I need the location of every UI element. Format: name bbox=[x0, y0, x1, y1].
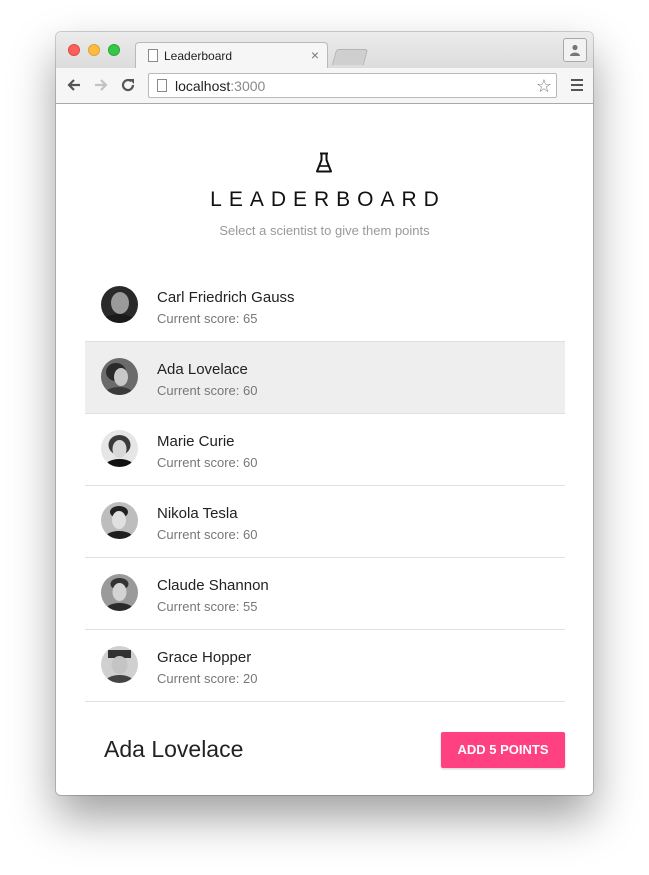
browser-tab[interactable]: Leaderboard × bbox=[135, 42, 328, 69]
player-score: Current score: 60 bbox=[157, 527, 258, 542]
back-arrow-icon[interactable] bbox=[65, 76, 83, 94]
browser-window: Leaderboard × localhost:3000 ☆ LEADERBOA… bbox=[56, 32, 593, 795]
player-score: Current score: 65 bbox=[157, 311, 258, 326]
url-text: localhost:3000 bbox=[175, 78, 265, 94]
avatar bbox=[101, 502, 138, 539]
tab-close-icon[interactable]: × bbox=[311, 47, 319, 63]
window-minimize-button[interactable] bbox=[88, 44, 100, 56]
player-name: Claude Shannon bbox=[157, 577, 269, 594]
window-close-button[interactable] bbox=[68, 44, 80, 56]
player-score: Current score: 20 bbox=[157, 671, 258, 686]
avatar bbox=[101, 646, 138, 683]
person-icon bbox=[570, 44, 580, 56]
selected-player-name: Ada Lovelace bbox=[104, 736, 244, 762]
avatar bbox=[101, 358, 138, 395]
url-port: :3000 bbox=[230, 78, 266, 94]
tab-title: Leaderboard bbox=[164, 49, 233, 63]
menu-icon[interactable] bbox=[571, 79, 583, 91]
title-bar: Leaderboard × bbox=[56, 32, 593, 69]
player-score: Current score: 55 bbox=[157, 599, 258, 614]
player-score: Current score: 60 bbox=[157, 455, 258, 470]
reload-icon[interactable] bbox=[119, 76, 137, 94]
page-icon bbox=[148, 49, 158, 62]
new-tab-button[interactable] bbox=[331, 49, 369, 65]
player-score: Current score: 60 bbox=[157, 383, 258, 398]
page-subtitle: Select a scientist to give them points bbox=[219, 223, 430, 238]
page-title: LEADERBOARD bbox=[210, 188, 446, 211]
profile-button[interactable] bbox=[563, 38, 587, 62]
page-content: LEADERBOARD Select a scientist to give t… bbox=[56, 104, 593, 795]
url-host: localhost bbox=[175, 78, 231, 94]
player-row[interactable]: Grace Hopper Current score: 20 bbox=[85, 630, 565, 702]
page-icon bbox=[157, 79, 167, 92]
player-row[interactable]: Ada Lovelace Current score: 60 bbox=[85, 342, 565, 414]
leaderboard-list: Carl Friedrich Gauss Current score: 65 A… bbox=[85, 270, 565, 702]
selection-details: Ada Lovelace ADD 5 POINTS bbox=[85, 730, 565, 770]
bookmark-star-icon[interactable]: ☆ bbox=[536, 76, 552, 96]
player-row[interactable]: Nikola Tesla Current score: 60 bbox=[85, 486, 565, 558]
avatar bbox=[101, 286, 138, 323]
player-row[interactable]: Claude Shannon Current score: 55 bbox=[85, 558, 565, 630]
add-points-button[interactable]: ADD 5 POINTS bbox=[441, 732, 565, 768]
avatar bbox=[101, 574, 138, 611]
flask-icon bbox=[316, 152, 332, 173]
browser-toolbar: localhost:3000 ☆ bbox=[56, 68, 593, 104]
player-name: Carl Friedrich Gauss bbox=[157, 289, 295, 306]
player-row[interactable]: Carl Friedrich Gauss Current score: 65 bbox=[85, 270, 565, 342]
player-name: Marie Curie bbox=[157, 433, 235, 450]
player-name: Nikola Tesla bbox=[157, 505, 238, 522]
avatar bbox=[101, 430, 138, 467]
player-name: Grace Hopper bbox=[157, 649, 252, 666]
player-row[interactable]: Marie Curie Current score: 60 bbox=[85, 414, 565, 486]
forward-arrow-icon[interactable] bbox=[92, 76, 110, 94]
address-bar[interactable]: localhost:3000 ☆ bbox=[148, 73, 557, 98]
window-maximize-button[interactable] bbox=[108, 44, 120, 56]
player-name: Ada Lovelace bbox=[157, 361, 248, 378]
